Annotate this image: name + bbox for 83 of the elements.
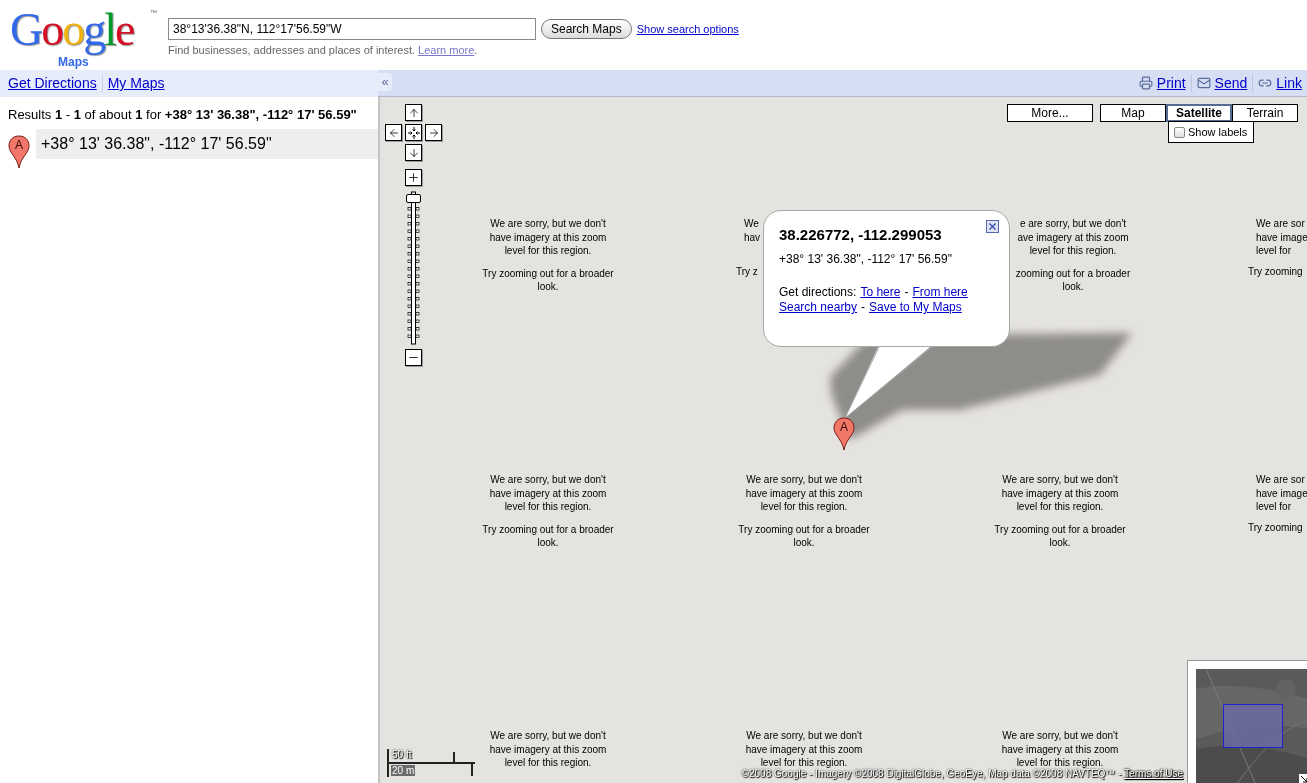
no-imagery-message: We are sorry, but we don't have imagery at this zoom level for this region. bbox=[1000, 473, 1120, 514]
nav-link[interactable]: My Maps bbox=[107, 73, 165, 94]
no-imagery-message-fragment: have image bbox=[1256, 486, 1307, 500]
no-imagery-message: We are sorry, but we don't have imagery at this zoom level for this region. bbox=[488, 729, 608, 770]
result-item[interactable]: +38° 13' 36.38", -112° 17' 56.59" bbox=[36, 128, 378, 159]
zoom-out-hint-fragment: zooming out for a broader bbox=[1015, 266, 1131, 280]
results-summary: Results 1 -1 of about 1 for +38° 13' 36.38", -112° 17' 56.59" bbox=[7, 106, 358, 124]
zoom-out-hint: Try zooming out for a broader look. bbox=[481, 522, 615, 550]
no-imagery-message-fragment: We bbox=[744, 217, 760, 231]
no-imagery-message: We are sorry, but we don't have imagery at this zoom level for this region. bbox=[488, 473, 608, 514]
no-imagery-message: We are sorry, but we don't have imagery at this zoom level for this region. bbox=[744, 473, 864, 514]
zoom-out-button[interactable] bbox=[405, 349, 422, 366]
close-button[interactable] bbox=[986, 220, 999, 233]
show-search-options-link[interactable]: Show search options bbox=[636, 20, 739, 38]
scale-metric-label: 20 m bbox=[391, 765, 416, 776]
popup-link[interactable]: From here bbox=[912, 285, 968, 300]
no-imagery-message: We are sorry, but we don't have imagery at this zoom level for this region. bbox=[488, 217, 608, 258]
zoom-in-button[interactable] bbox=[405, 169, 422, 186]
no-imagery-message-fragment: level for bbox=[1256, 500, 1292, 514]
zoom-slider-thumb[interactable] bbox=[406, 194, 421, 203]
popup-title: 38.226772, -112.299053 bbox=[779, 226, 942, 244]
no-imagery-message-fragment: level for this region. bbox=[1029, 244, 1117, 258]
no-imagery-message-fragment: We are sor bbox=[1256, 473, 1306, 487]
zoom-out-hint-fragment: Try z bbox=[736, 265, 758, 279]
search-maps-button[interactable]: Search Maps bbox=[541, 19, 632, 39]
logo-product-name: Maps bbox=[58, 56, 89, 68]
no-imagery-message: We are sorry, but we don't have imagery at this zoom level for this region. bbox=[745, 729, 863, 770]
center-map-button[interactable] bbox=[405, 124, 422, 141]
scale-imperial-label: 50 ft bbox=[392, 748, 412, 762]
directions-label: Get directions: bbox=[779, 285, 857, 300]
close-icon bbox=[987, 221, 998, 232]
popup-coordinates: +38° 13' 36.38", -112° 17' 56.59" bbox=[779, 251, 953, 268]
pan-up-button[interactable] bbox=[405, 104, 422, 121]
map-marker[interactable]: A bbox=[833, 417, 855, 451]
plus-icon bbox=[407, 171, 420, 184]
pan-right-button[interactable] bbox=[425, 124, 442, 141]
arrow-left-icon bbox=[387, 126, 400, 139]
map-canvas[interactable] bbox=[380, 97, 1307, 783]
zoom-slider-track[interactable] bbox=[405, 190, 422, 346]
resize-corner-icon[interactable] bbox=[1299, 774, 1307, 783]
zoom-out-hint-fragment: look. bbox=[1062, 280, 1084, 294]
toolbar-link[interactable]: Print bbox=[1156, 72, 1186, 94]
map-type-button[interactable]: Map bbox=[1100, 104, 1166, 122]
printer-icon bbox=[1138, 76, 1153, 90]
no-imagery-message-fragment: have image bbox=[1256, 230, 1307, 244]
show-labels-label: Show labels bbox=[1188, 124, 1248, 140]
popup-link[interactable]: Search nearby bbox=[779, 300, 858, 315]
no-imagery-message-fragment: We are sor bbox=[1256, 217, 1306, 231]
pan-down-button[interactable] bbox=[405, 144, 422, 161]
zoom-out-hint: Try zooming out for a broader look. bbox=[993, 522, 1127, 550]
zoom-out-hint: Try zooming out for a broader look. bbox=[737, 522, 871, 550]
zoom-out-hint: Try zooming out for a broader look. bbox=[481, 266, 615, 294]
search-field[interactable]: 38°13'36.38"N, 112°17'56.59"W bbox=[168, 18, 536, 40]
no-imagery-message-fragment: hav bbox=[744, 230, 761, 244]
result-marker[interactable]: A bbox=[8, 134, 30, 169]
no-imagery-message-fragment: e are sorry, but we don't bbox=[1019, 217, 1127, 231]
arrow-up-icon bbox=[407, 106, 420, 119]
search-hint-text: Find businesses, addresses and places of interest. Learn more. bbox=[168, 43, 479, 58]
map-type-button[interactable]: Terrain bbox=[1232, 104, 1298, 122]
no-imagery-message: We are sorry, but we don't have imagery at this zoom level for this region. bbox=[1001, 729, 1120, 770]
zoom-out-hint-fragment: Try zooming bbox=[1248, 521, 1303, 535]
logo-wordmark[interactable]: Google bbox=[10, 4, 134, 56]
link-icon bbox=[1258, 76, 1273, 90]
arrow-down-icon bbox=[407, 146, 420, 159]
link-separator: - bbox=[904, 285, 909, 300]
no-imagery-message-fragment: ave imagery at this zoom bbox=[1017, 230, 1129, 244]
more-button[interactable]: More... bbox=[1007, 104, 1093, 122]
popup-link[interactable]: To here bbox=[860, 285, 901, 300]
no-imagery-message-fragment: level for bbox=[1256, 244, 1292, 258]
map-type-button[interactable]: Satellite bbox=[1166, 104, 1232, 122]
arrow-right-icon bbox=[427, 126, 440, 139]
pan-left-button[interactable] bbox=[385, 124, 402, 141]
zoom-out-hint-fragment: Try zooming bbox=[1248, 265, 1303, 279]
popup-link[interactable]: Save to My Maps bbox=[869, 300, 962, 315]
nav-link[interactable]: Get Directions bbox=[8, 73, 97, 94]
toolbar-link[interactable]: Send bbox=[1214, 72, 1248, 94]
toolbar-link[interactable]: Link bbox=[1276, 72, 1302, 94]
link-separator: - bbox=[861, 300, 866, 315]
collapse-panel-button[interactable]: « bbox=[378, 73, 392, 91]
arrows-inward-icon bbox=[407, 126, 420, 139]
copyright-text: ©2008 Google - Imagery ©2008 DigitalGlobe, GeoEye, Map data ©2008 NAVTEQ™ - Terms of Use bbox=[741, 768, 1183, 781]
show-labels-checkbox[interactable] bbox=[1174, 126, 1185, 138]
mail-icon bbox=[1196, 76, 1211, 90]
